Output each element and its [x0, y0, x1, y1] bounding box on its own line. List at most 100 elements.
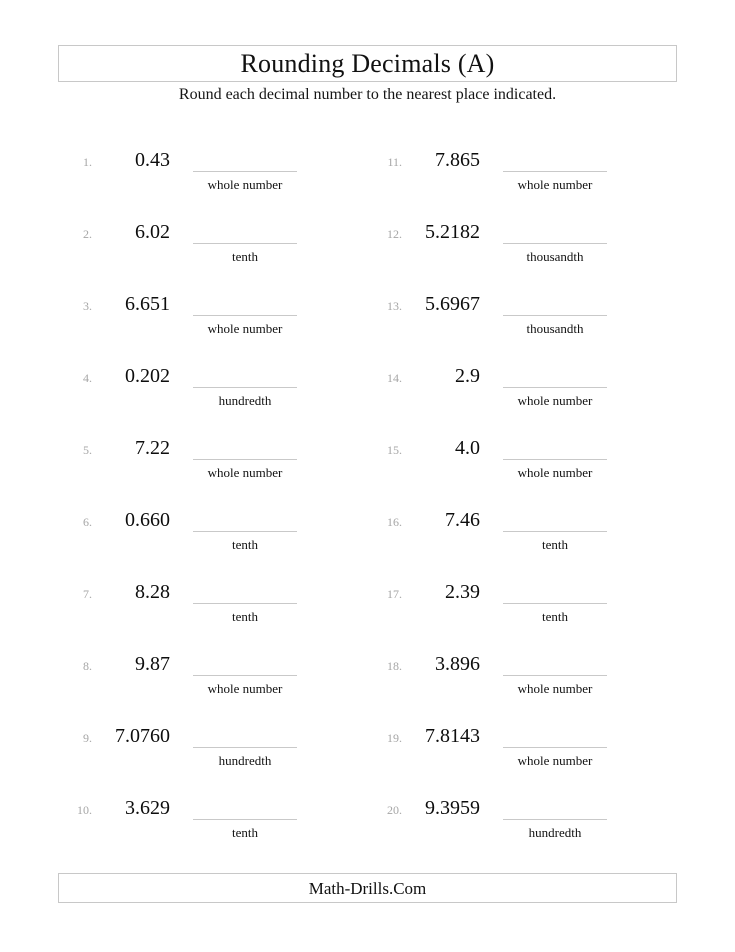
answer-blank-line[interactable]: [503, 459, 607, 460]
answer-field[interactable]: whole number: [503, 650, 607, 697]
answer-field[interactable]: whole number: [503, 362, 607, 409]
problem-index: 12.: [387, 227, 402, 241]
problem-index: 3.: [83, 299, 92, 313]
answer-field[interactable]: thousandth: [503, 290, 607, 337]
rounding-place-label: thousandth: [526, 249, 584, 264]
answer-field[interactable]: whole number: [193, 434, 297, 481]
answer-blank-line[interactable]: [193, 243, 297, 244]
worksheet-footer-box: Math-Drills.Com: [58, 873, 677, 903]
problem-decimal-value: 7.46: [445, 509, 480, 531]
problem-decimal-value: 7.8143: [425, 725, 480, 747]
answer-field[interactable]: whole number: [503, 146, 607, 193]
problem-row: 13. 5.6967 thousandth: [372, 290, 687, 362]
rounding-place-label: whole number: [517, 681, 593, 696]
rounding-place-label: tenth: [232, 825, 258, 840]
answer-field[interactable]: whole number: [503, 722, 607, 769]
answer-field[interactable]: tenth: [193, 506, 297, 553]
answer-field[interactable]: tenth: [193, 218, 297, 265]
problem-index: 2.: [83, 227, 92, 241]
answer-field[interactable]: whole number: [503, 434, 607, 481]
rounding-place-label: whole number: [517, 465, 593, 480]
problem-index: 8.: [83, 659, 92, 673]
problem-decimal-value: 7.22: [135, 437, 170, 459]
problem-index: 6.: [83, 515, 92, 529]
answer-field[interactable]: whole number: [193, 290, 297, 337]
rounding-place-label: hundredth: [218, 393, 272, 408]
problem-index: 13.: [387, 299, 402, 313]
problem-decimal-value: 7.0760: [115, 725, 170, 747]
answer-field[interactable]: thousandth: [503, 218, 607, 265]
answer-field[interactable]: hundredth: [503, 794, 607, 841]
answer-blank-line[interactable]: [193, 531, 297, 532]
problem-index: 7.: [83, 587, 92, 601]
problem-row: 9. 7.0760 hundredth: [62, 722, 377, 794]
rounding-place-label: tenth: [232, 537, 258, 552]
answer-field[interactable]: whole number: [193, 650, 297, 697]
problem-decimal-value: 9.87: [135, 653, 170, 675]
answer-blank-line[interactable]: [193, 819, 297, 820]
problem-index: 9.: [83, 731, 92, 745]
answer-field[interactable]: tenth: [193, 794, 297, 841]
answer-blank-line[interactable]: [193, 603, 297, 604]
rounding-place-label: whole number: [207, 177, 283, 192]
problem-index: 15.: [387, 443, 402, 457]
problem-decimal-value: 8.28: [135, 581, 170, 603]
problem-row: 1. 0.43 whole number: [62, 146, 377, 218]
problem-row: 15. 4.0 whole number: [372, 434, 687, 506]
problem-decimal-value: 2.9: [455, 365, 480, 387]
answer-field[interactable]: tenth: [503, 506, 607, 553]
rounding-place-label: tenth: [542, 609, 568, 624]
problem-row: 14. 2.9 whole number: [372, 362, 687, 434]
problem-row: 3. 6.651 whole number: [62, 290, 377, 362]
problem-index: 11.: [387, 155, 402, 169]
problem-decimal-value: 6.02: [135, 221, 170, 243]
problem-index: 18.: [387, 659, 402, 673]
answer-blank-line[interactable]: [193, 459, 297, 460]
rounding-place-label: hundredth: [528, 825, 582, 840]
answer-field[interactable]: tenth: [503, 578, 607, 625]
answer-blank-line[interactable]: [503, 315, 607, 316]
problem-row: 20. 9.3959 hundredth: [372, 794, 687, 866]
problem-index: 4.: [83, 371, 92, 385]
answer-blank-line[interactable]: [503, 819, 607, 820]
problem-decimal-value: 3.896: [435, 653, 480, 675]
answer-blank-line[interactable]: [193, 675, 297, 676]
problem-index: 19.: [387, 731, 402, 745]
answer-blank-line[interactable]: [503, 387, 607, 388]
rounding-place-label: whole number: [207, 681, 283, 696]
answer-blank-line[interactable]: [503, 603, 607, 604]
answer-blank-line[interactable]: [503, 531, 607, 532]
answer-blank-line[interactable]: [193, 171, 297, 172]
rounding-place-label: whole number: [517, 753, 593, 768]
answer-field[interactable]: whole number: [193, 146, 297, 193]
problem-index: 16.: [387, 515, 402, 529]
problem-decimal-value: 7.865: [435, 149, 480, 171]
problem-index: 5.: [83, 443, 92, 457]
answer-blank-line[interactable]: [193, 747, 297, 748]
page-title: Rounding Decimals (A): [240, 48, 495, 78]
problem-row: 5. 7.22 whole number: [62, 434, 377, 506]
problem-decimal-value: 0.660: [125, 509, 170, 531]
answer-field[interactable]: hundredth: [193, 362, 297, 409]
problem-index: 14.: [387, 371, 402, 385]
problem-row: 11. 7.865 whole number: [372, 146, 687, 218]
answer-blank-line[interactable]: [503, 675, 607, 676]
problem-index: 1.: [83, 155, 92, 169]
answer-blank-line[interactable]: [193, 387, 297, 388]
rounding-place-label: whole number: [207, 465, 283, 480]
problem-decimal-value: 6.651: [125, 293, 170, 315]
problem-row: 10. 3.629 tenth: [62, 794, 377, 866]
answer-field[interactable]: tenth: [193, 578, 297, 625]
answer-blank-line[interactable]: [503, 243, 607, 244]
problem-index: 10.: [77, 803, 92, 817]
answer-blank-line[interactable]: [503, 747, 607, 748]
answer-blank-line[interactable]: [503, 171, 607, 172]
answer-field[interactable]: hundredth: [193, 722, 297, 769]
problem-column-right: 11. 7.865 whole number 12. 5.2182 thousandth 1…: [372, 146, 687, 866]
answer-blank-line[interactable]: [193, 315, 297, 316]
problem-row: 4. 0.202 hundredth: [62, 362, 377, 434]
problem-decimal-value: 5.2182: [425, 221, 480, 243]
problem-row: 2. 6.02 tenth: [62, 218, 377, 290]
problem-decimal-value: 2.39: [445, 581, 480, 603]
problem-row: 12. 5.2182 thousandth: [372, 218, 687, 290]
